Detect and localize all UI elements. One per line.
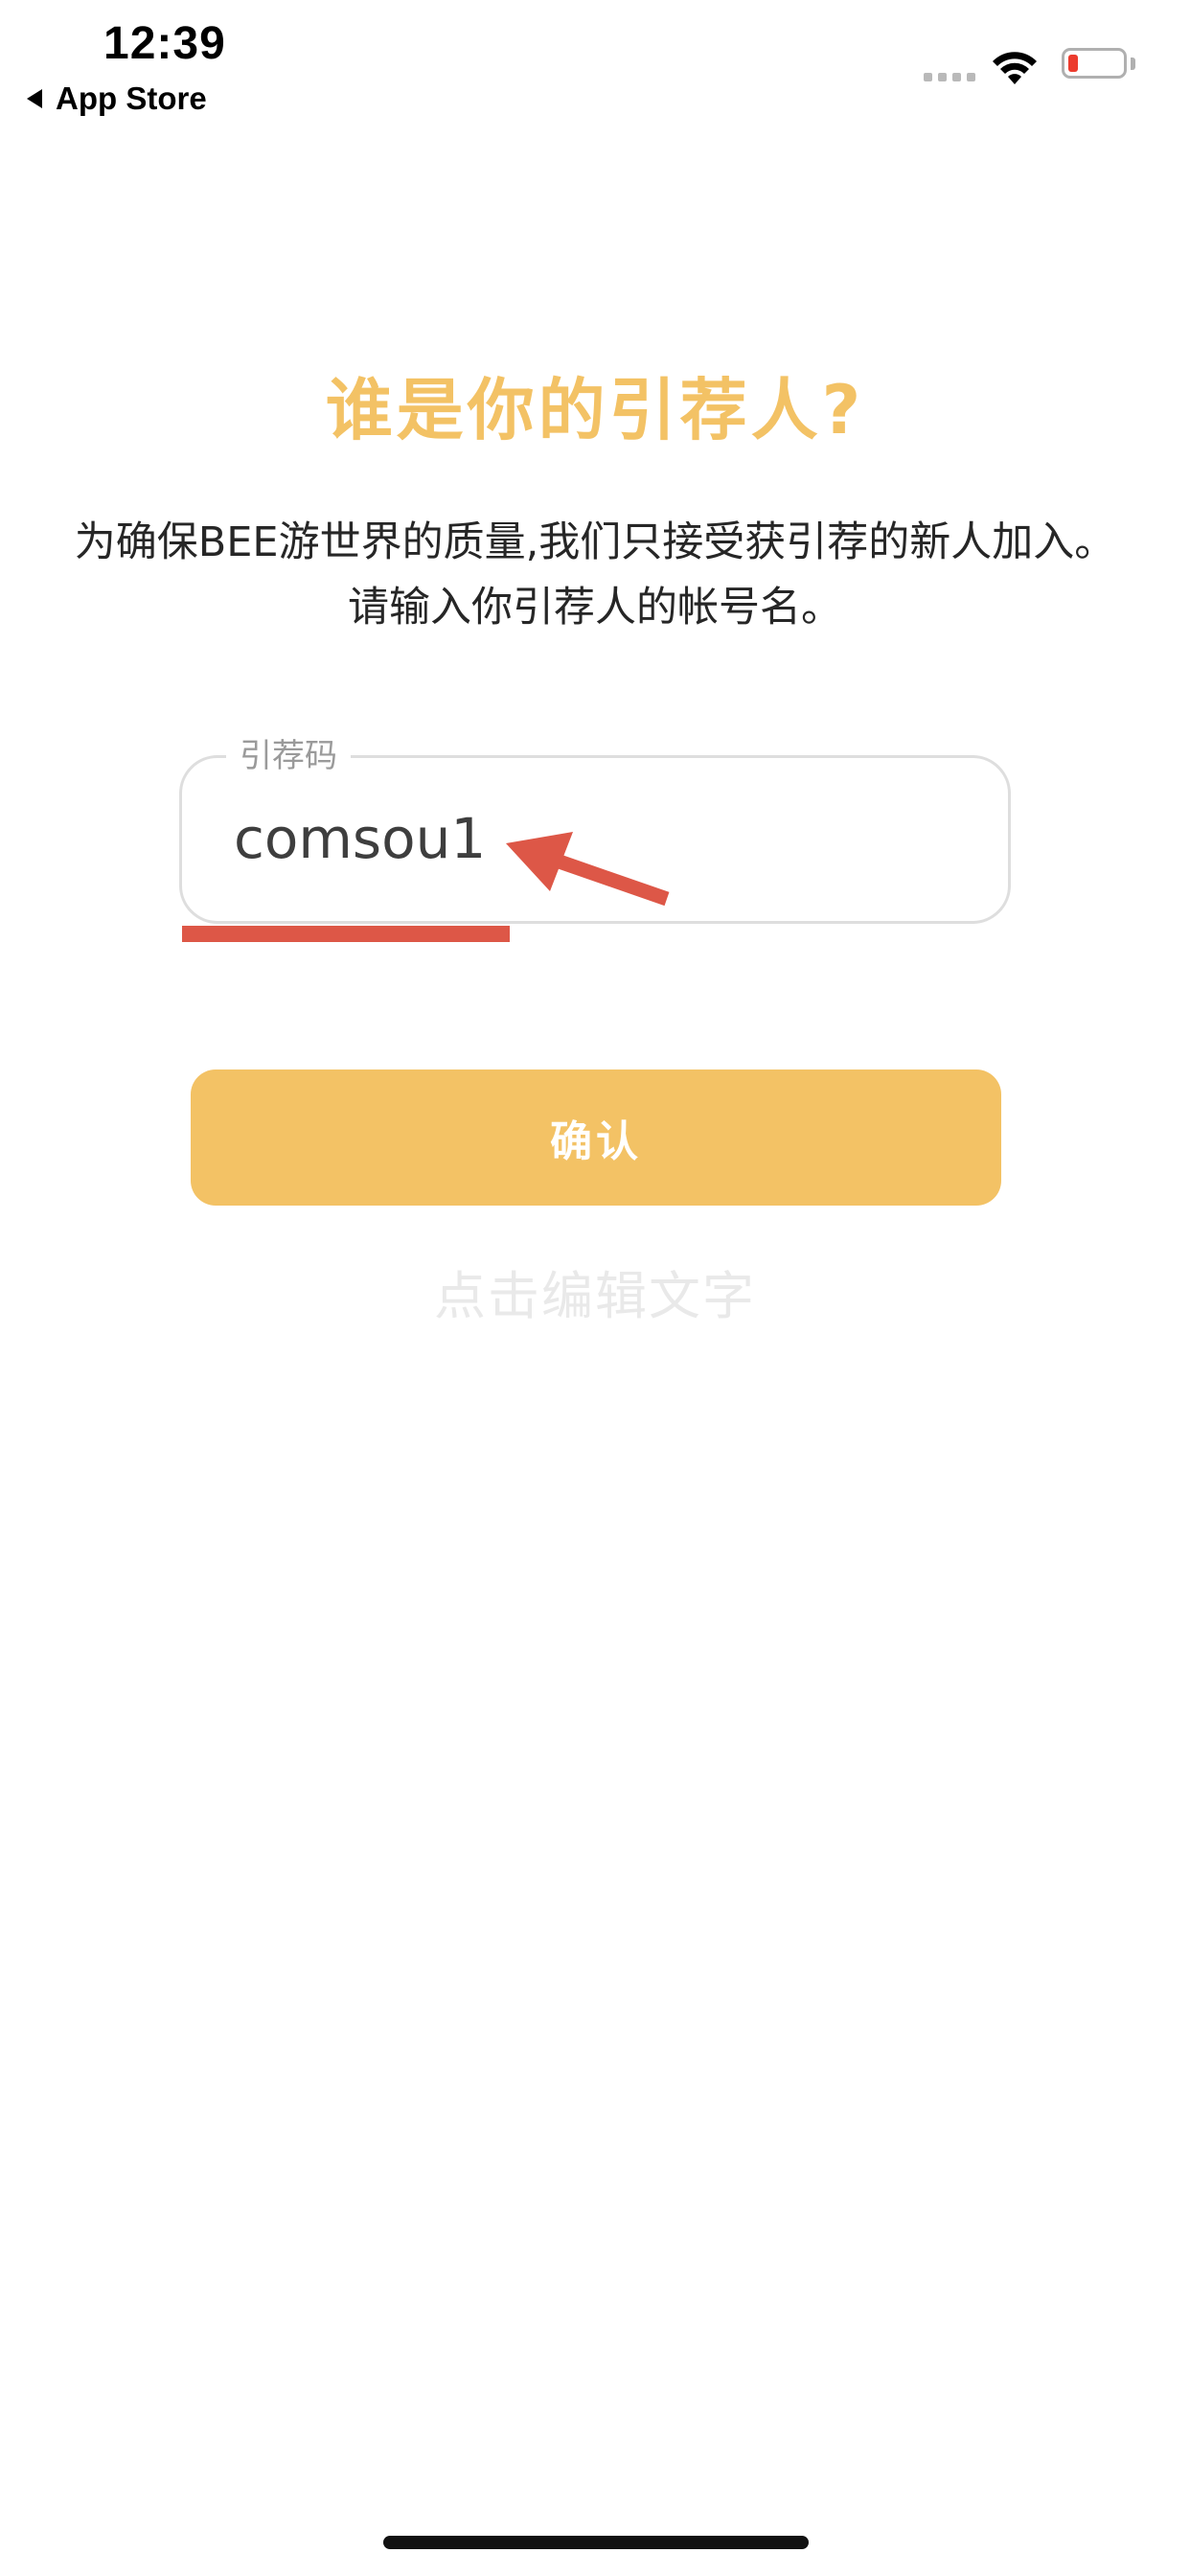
signal-icon	[924, 73, 975, 81]
referral-code-label: 引荐码	[226, 735, 351, 777]
page-title: 谁是你的引荐人?	[325, 371, 865, 449]
referral-code-input[interactable]: comsou1	[234, 806, 486, 871]
back-to-app-store-link[interactable]: App Store	[27, 80, 207, 117]
back-app-label: App Store	[56, 80, 207, 116]
back-caret-icon	[27, 89, 42, 108]
page-subtitle: 为确保BEE游世界的质量,我们只接受获引荐的新人加入。 请输入你引荐人的帐号名。	[74, 518, 1116, 632]
home-indicator[interactable]	[383, 2536, 809, 2549]
battery-nub	[1131, 58, 1135, 70]
status-bar: 12:39 App Store	[0, 0, 1190, 134]
confirm-button[interactable]: 确认	[191, 1070, 1001, 1206]
annotation-underline	[182, 926, 510, 942]
wifi-icon	[993, 52, 1037, 84]
annotation-arrow-icon	[506, 832, 670, 907]
battery-icon	[1062, 48, 1127, 79]
status-time: 12:39	[103, 18, 226, 69]
battery-level	[1068, 55, 1078, 72]
edit-text-hint[interactable]: 点击编辑文字	[0, 1254, 1190, 1329]
